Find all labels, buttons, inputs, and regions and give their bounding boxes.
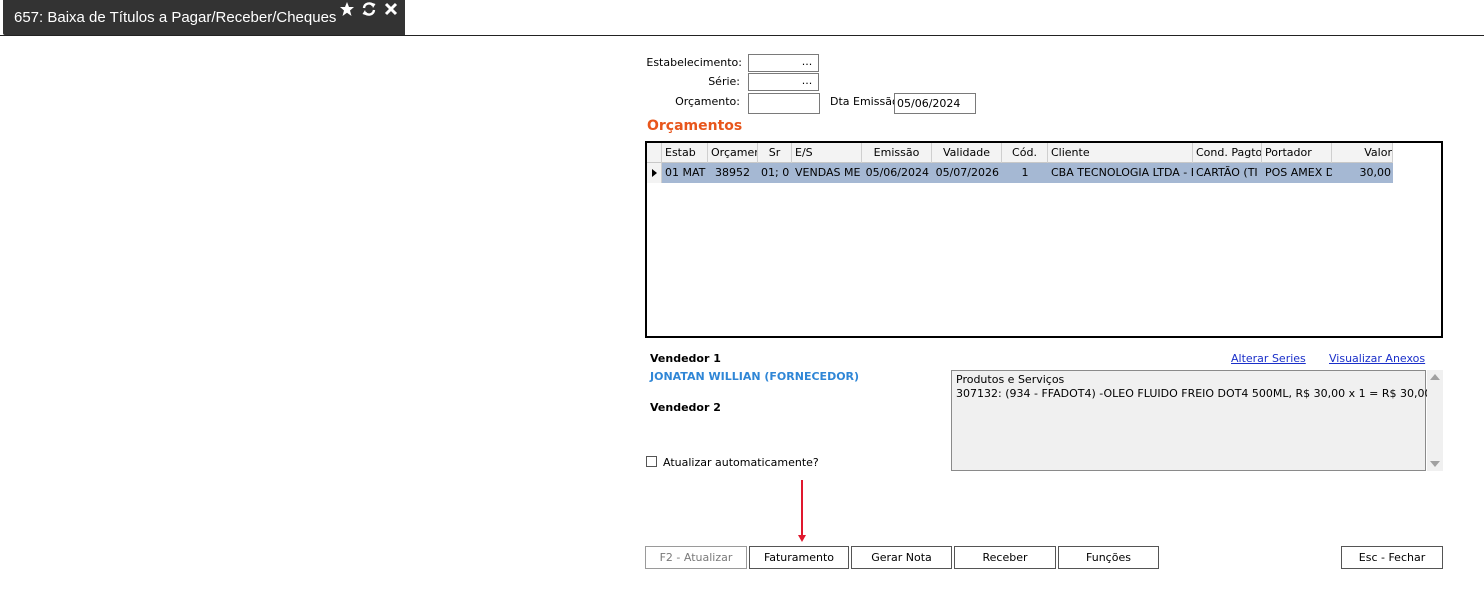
estabelecimento-label: Estabelecimento: [646, 56, 742, 69]
row-indicator [647, 163, 662, 183]
orcamentos-grid[interactable]: Estab Orçamen Sr E/S Emissão Validade Có… [645, 141, 1443, 338]
orcamentos-title: Orçamentos [647, 118, 743, 134]
star-icon[interactable] [339, 1, 355, 17]
cell-validade: 05/07/2026 [935, 166, 999, 179]
cell-cliente: CBA TECNOLOGIA LTDA - E [1051, 166, 1193, 179]
funcoes-button[interactable]: Funções [1058, 546, 1159, 569]
cell-es: VENDAS ME [795, 166, 861, 179]
column-header-estab[interactable]: Estab [662, 143, 708, 163]
column-header-cliente[interactable]: Cliente [1048, 143, 1193, 163]
cell-cod: 1 [1021, 166, 1029, 179]
cell-cond-pagto: CARTÃO (TI [1196, 166, 1258, 179]
serie-lookup-button[interactable]: ... [796, 73, 819, 91]
column-header-cod[interactable]: Cód. [1002, 143, 1048, 163]
column-header-validade[interactable]: Validade [932, 143, 1002, 163]
orcamento-label: Orçamento: [675, 95, 740, 108]
cell-portador: POS AMEX D [1265, 166, 1332, 179]
scroll-up-icon[interactable] [1430, 374, 1440, 380]
cell-valor: 30,00 [1359, 166, 1392, 179]
title-divider [0, 35, 1484, 36]
cell-emissao: 05/06/2024 [865, 166, 929, 179]
atualizar-button[interactable]: F2 - Atualizar [645, 546, 747, 569]
produtos-heading: Produtos e Serviços [956, 373, 1065, 386]
gerar-nota-button[interactable]: Gerar Nota [851, 546, 952, 569]
receber-button[interactable]: Receber [954, 546, 1056, 569]
refresh-icon[interactable] [361, 1, 377, 17]
produtos-scrollbar[interactable] [1427, 370, 1443, 471]
vendedor2-label: Vendedor 2 [650, 401, 721, 414]
vendedor1-label: Vendedor 1 [650, 352, 721, 365]
serie-input[interactable] [748, 73, 797, 91]
dta-emissao-label: Dta Emissão [830, 95, 899, 108]
table-row[interactable]: 01 MAT 38952 01; 0 VENDAS ME 05/06/2024 … [647, 163, 1393, 183]
current-row-arrow-icon [652, 169, 657, 177]
alterar-series-link[interactable]: Alterar Series [1231, 352, 1306, 365]
column-header-cond-pagto[interactable]: Cond. Pagto [1193, 143, 1262, 163]
produtos-servicos-box[interactable]: Produtos e Serviços 307132: (934 - FFADO… [951, 370, 1432, 471]
grid-header: Estab Orçamen Sr E/S Emissão Validade Có… [647, 143, 1393, 163]
cell-orcamento: 38952 [715, 166, 750, 179]
orcamento-input[interactable] [748, 93, 820, 114]
column-header-valor[interactable]: Valor [1332, 143, 1393, 163]
annotation-arrow-line [801, 480, 803, 536]
vendedor1-name: JONATAN WILLIAN (FORNECEDOR) [650, 370, 860, 383]
column-header-portador[interactable]: Portador [1262, 143, 1332, 163]
scroll-down-icon[interactable] [1430, 461, 1440, 467]
estabelecimento-lookup-button[interactable]: ... [796, 54, 819, 72]
annotation-arrow-head-icon [798, 535, 806, 542]
dta-emissao-input[interactable] [894, 93, 976, 114]
window-title: 657: Baixa de Títulos a Pagar/Receber/Ch… [14, 9, 337, 26]
fechar-button[interactable]: Esc - Fechar [1341, 546, 1443, 569]
cell-estab: 01 MAT [665, 166, 706, 179]
atualizar-automaticamente-label: Atualizar automaticamente? [663, 456, 819, 469]
column-header-es[interactable]: E/S [792, 143, 862, 163]
window-title-tab: 657: Baixa de Títulos a Pagar/Receber/Ch… [3, 0, 405, 35]
header-indicator-cell [647, 143, 662, 163]
atualizar-automaticamente-checkbox[interactable] [646, 456, 657, 467]
faturamento-button[interactable]: Faturamento [749, 546, 849, 569]
visualizar-anexos-link[interactable]: Visualizar Anexos [1329, 352, 1425, 365]
cell-sr: 01; 0 [761, 166, 790, 179]
column-header-sr[interactable]: Sr [758, 143, 792, 163]
column-header-emissao[interactable]: Emissão [862, 143, 932, 163]
serie-label: Série: [708, 75, 740, 88]
produto-line: 307132: (934 - FFADOT4) -OLEO FLUIDO FRE… [956, 387, 1432, 400]
close-icon[interactable] [383, 1, 399, 17]
estabelecimento-input[interactable] [748, 54, 797, 72]
column-header-orcamento[interactable]: Orçamen [708, 143, 758, 163]
